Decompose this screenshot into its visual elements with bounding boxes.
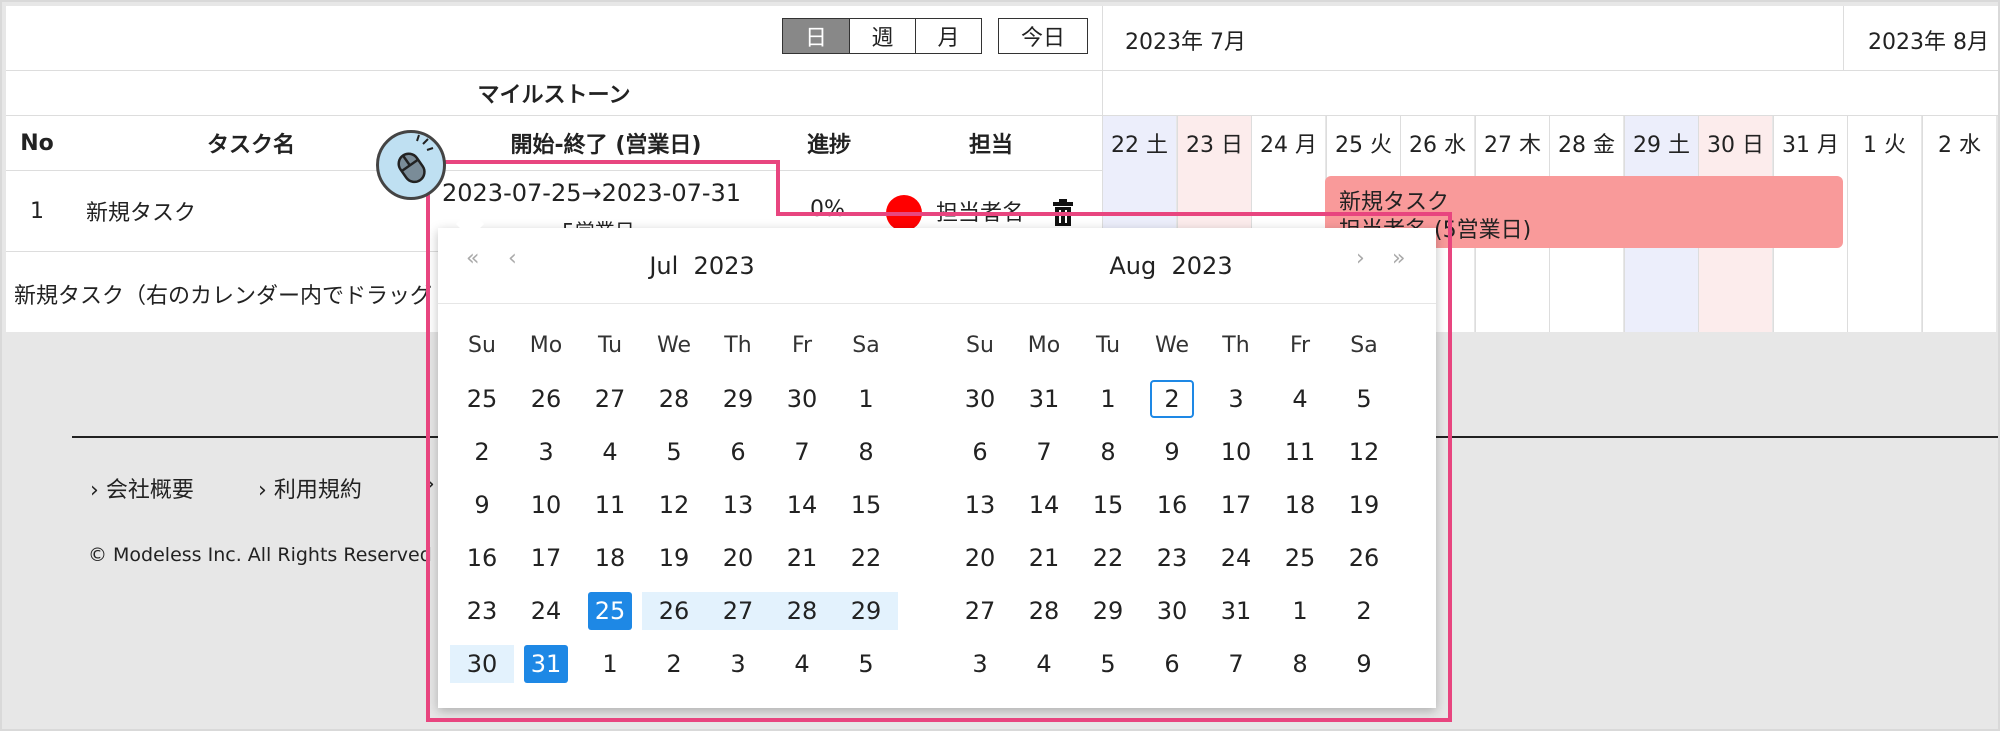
mouse-icon bbox=[376, 130, 446, 200]
app-frame: 日 週 月 今日 マイルストーン No タスク名 開始-終了 (営業日) 進捗 … bbox=[0, 0, 2000, 731]
highlight-annotation bbox=[426, 160, 1452, 722]
